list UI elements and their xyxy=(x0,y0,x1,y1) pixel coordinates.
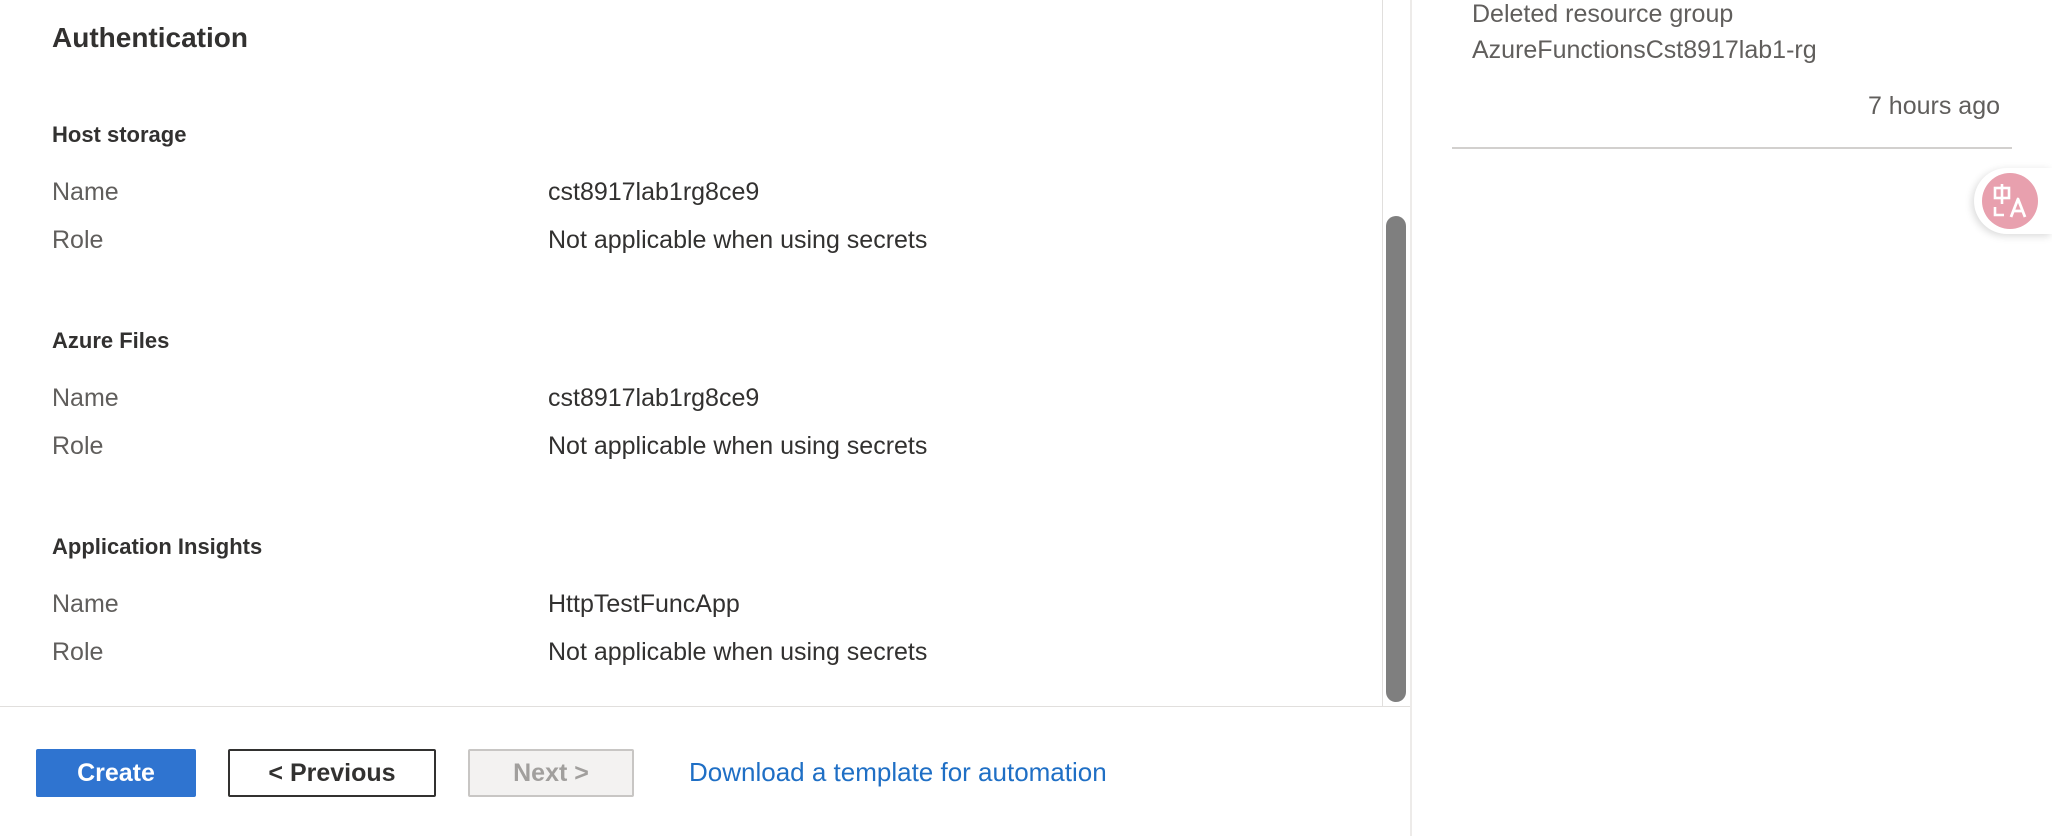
host-storage-name-value: cst8917lab1rg8ce9 xyxy=(548,178,760,206)
next-button[interactable]: Next > xyxy=(468,749,634,797)
notification-timestamp: 7 hours ago xyxy=(1867,92,2000,120)
group-title-azure-files: Azure Files xyxy=(52,328,170,353)
notification-title: Deleted resource group xyxy=(1472,0,1734,28)
group-title-application-insights: Application Insights xyxy=(52,534,263,559)
host-storage-name-label: Name xyxy=(52,178,119,206)
translate-icon[interactable] xyxy=(1982,173,2038,229)
notifications-pane: Deleted resource group AzureFunctionsCst… xyxy=(1412,0,2052,836)
wizard-footer: Create < Previous Next > Download a temp… xyxy=(0,706,1410,836)
translate-widget[interactable] xyxy=(1974,168,2052,234)
create-button[interactable]: Create xyxy=(36,749,196,797)
app-insights-role-label: Role xyxy=(52,638,104,666)
host-storage-role-label: Role xyxy=(52,226,104,254)
section-title-authentication: Authentication xyxy=(52,22,248,53)
notification-separator xyxy=(1452,147,2012,149)
app-insights-name-label: Name xyxy=(52,590,119,618)
azure-files-role-label: Role xyxy=(52,432,104,460)
azure-files-name-label: Name xyxy=(52,384,119,412)
azure-files-name-value: cst8917lab1rg8ce9 xyxy=(548,384,760,412)
notification-description: AzureFunctionsCst8917lab1-rg xyxy=(1472,36,1817,64)
app-insights-role-value: Not applicable when using secrets xyxy=(548,638,928,666)
app-insights-name-value: HttpTestFuncApp xyxy=(548,590,740,618)
scrollbar-thumb[interactable] xyxy=(1386,216,1406,702)
azure-files-role-value: Not applicable when using secrets xyxy=(548,432,928,460)
download-template-link[interactable]: Download a template for automation xyxy=(689,757,1107,788)
host-storage-role-value: Not applicable when using secrets xyxy=(548,226,928,254)
group-title-host-storage: Host storage xyxy=(52,122,187,147)
previous-button[interactable]: < Previous xyxy=(228,749,436,797)
review-create-pane: Authentication Host storage Name cst8917… xyxy=(0,0,1382,706)
